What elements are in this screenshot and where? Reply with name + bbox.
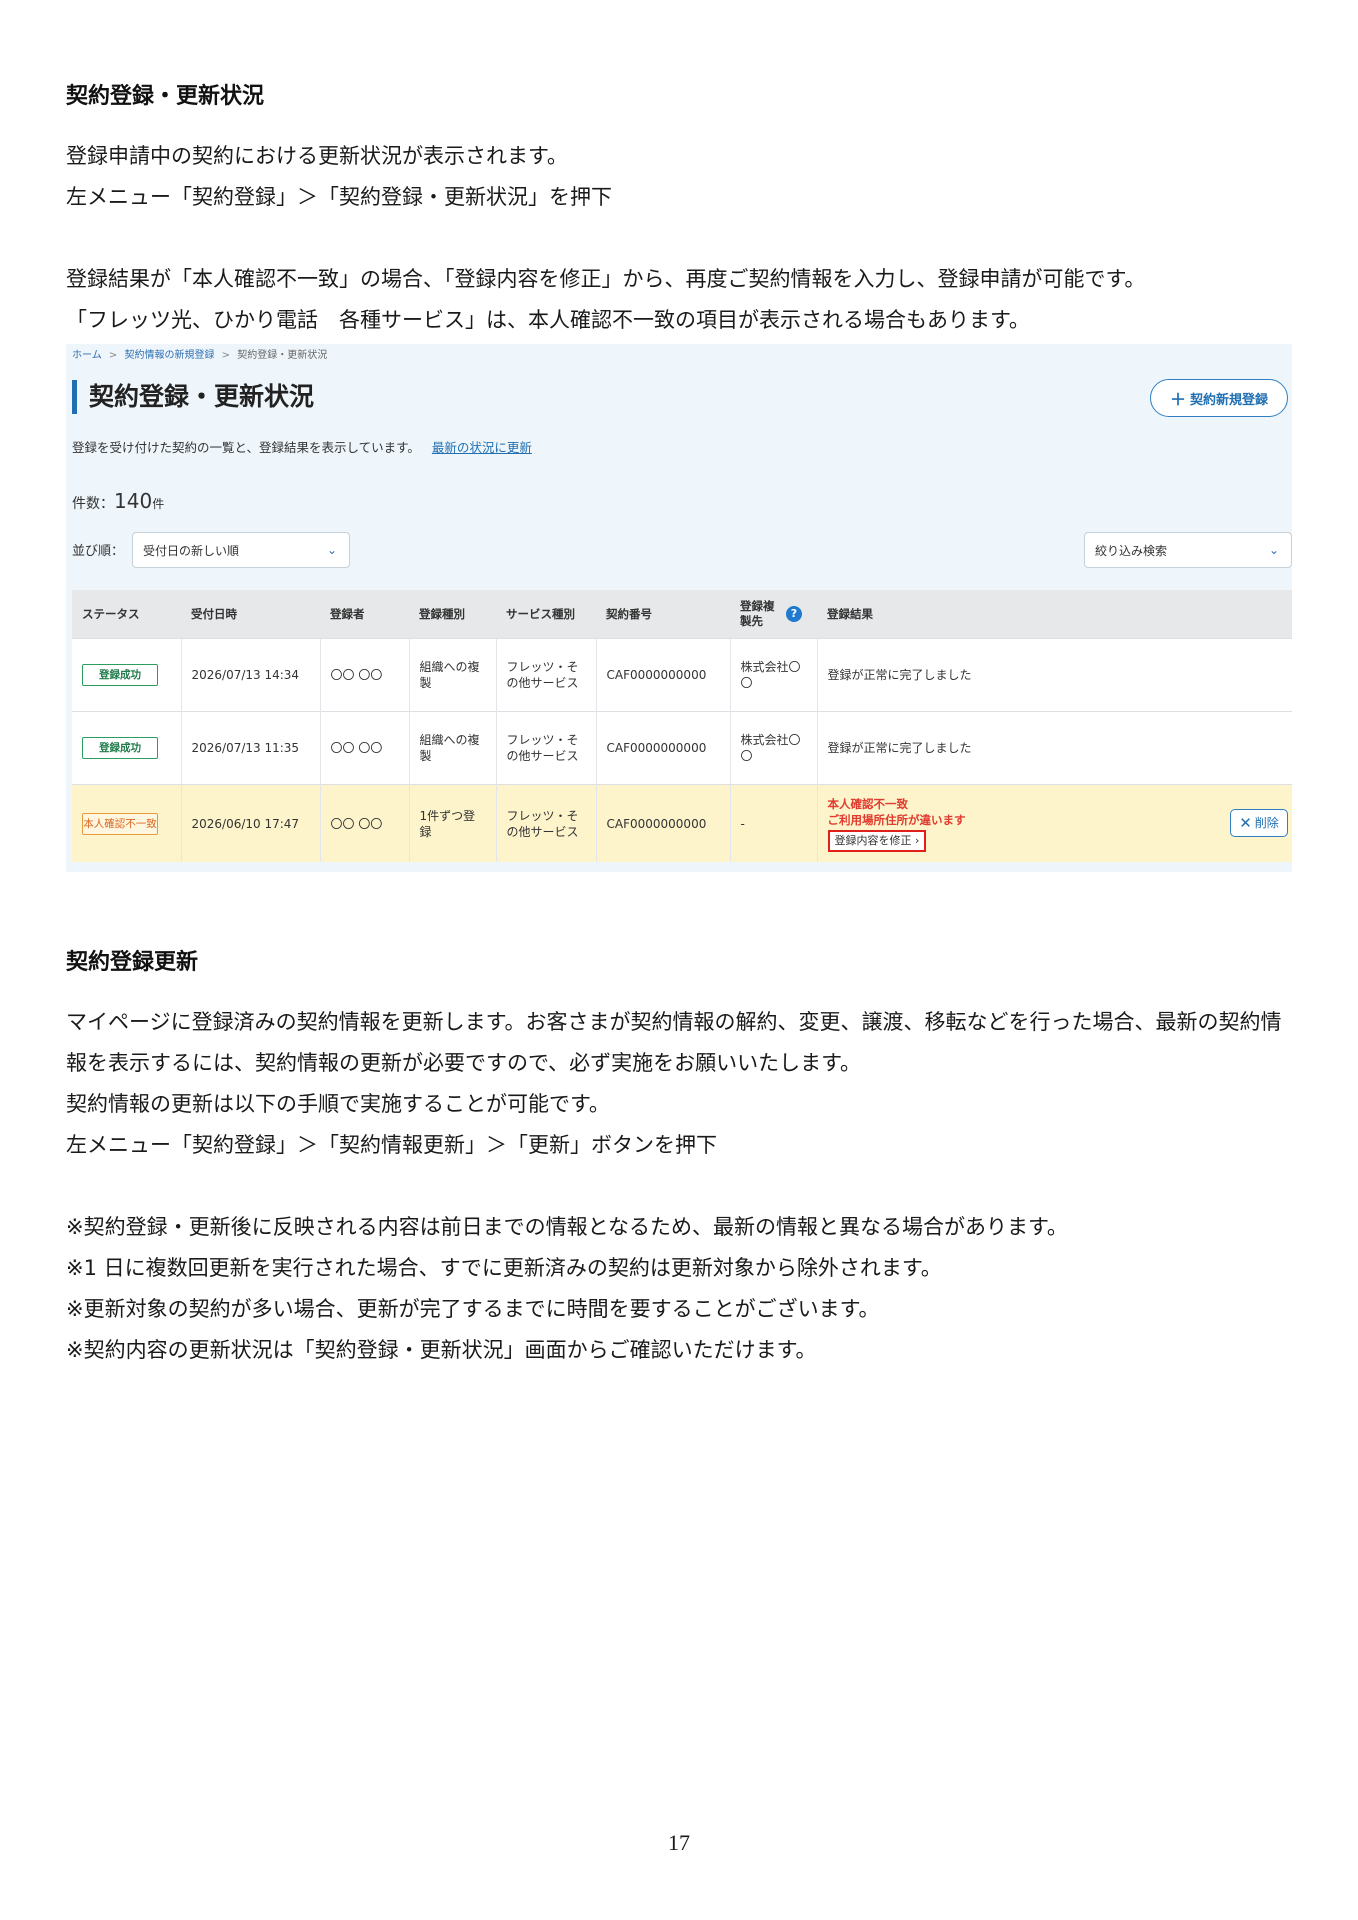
cell-date: 2026/06/10 17:47 — [180, 784, 320, 862]
breadcrumb-sep: > — [221, 350, 231, 361]
section-heading-status: 契約登録・更新状況 — [66, 84, 265, 109]
cell-result: 本人確認不一致 ご利用場所住所が違います 登録内容を修正 › ✕ 削除 — [816, 784, 1292, 862]
body-line: ※更新対象の契約が多い場合、更新が完了するまでに時間を要することがございます。 — [66, 1297, 880, 1321]
body-line — [66, 218, 1306, 259]
cell-dest: 株式会社〇〇 — [729, 711, 817, 785]
cell-status: 登録成功 — [72, 711, 181, 785]
sort-label: 並び順： — [72, 544, 125, 559]
error-detail: ご利用場所住所が違います — [827, 812, 966, 827]
body-line — [66, 1166, 1306, 1207]
section-body-status: 登録申請中の契約における更新状況が表示されます。 左メニュー「契約登録」＞「契約… — [66, 136, 1306, 341]
col-dest: 登録複製先? — [730, 590, 817, 639]
col-contract: 契約番号 — [596, 590, 730, 639]
breadcrumb-new-registration[interactable]: 契約情報の新規登録 — [124, 350, 214, 361]
body-line: 左メニュー「契約登録」＞「契約登録・更新状況」を押下 — [66, 185, 612, 209]
body-line: ※1 日に複数回更新を実行された場合、すでに更新済みの契約は更新対象から除外され… — [66, 1256, 942, 1280]
col-type: 登録種別 — [409, 590, 496, 639]
col-status: ステータス — [72, 590, 181, 639]
cell-registrant: 〇〇 〇〇 — [319, 711, 409, 785]
body-line: 左メニュー「契約登録」＞「契約情報更新」＞「更新」ボタンを押下 — [66, 1133, 717, 1157]
breadcrumb-sep: > — [108, 350, 118, 361]
description-text: 登録を受け付けた契約の一覧と、登録結果を表示しています。 — [72, 440, 420, 455]
cell-dest: 株式会社〇〇 — [729, 638, 817, 712]
cell-contract: CAF0000000000 — [595, 711, 730, 785]
new-contract-button[interactable]: ＋ 契約新規登録 — [1150, 379, 1288, 417]
cell-registrant: 〇〇 〇〇 — [319, 638, 409, 712]
table-row: 本人確認不一致 2026/06/10 17:47 〇〇 〇〇 1件ずつ登録 フレ… — [72, 784, 1292, 862]
count-value: 140 — [114, 489, 153, 513]
count-label: 件数： — [72, 496, 114, 512]
chevron-right-icon: › — [915, 833, 920, 847]
cell-service: フレッツ・その他サービス — [495, 711, 596, 785]
col-date: 受付日時 — [181, 590, 320, 639]
page-description: 登録を受け付けた契約の一覧と、登録結果を表示しています。 最新の状況に更新 — [72, 437, 532, 456]
plus-icon: ＋ — [1169, 390, 1186, 409]
cell-status: 登録成功 — [72, 638, 181, 712]
status-badge: 登録成功 — [82, 664, 158, 686]
status-badge: 登録成功 — [82, 737, 158, 759]
fix-label: 登録内容を修正 — [834, 833, 912, 847]
body-line: 契約情報の更新は以下の手順で実施することが可能です。 — [66, 1092, 610, 1116]
status-screenshot: ホーム > 契約情報の新規登録 > 契約登録・更新状況 契約登録・更新状況 ＋ … — [66, 344, 1292, 872]
table-header: ステータス 受付日時 登録者 登録種別 サービス種別 契約番号 登録複製先? 登… — [72, 590, 1292, 639]
chevron-down-icon: ⌄ — [326, 543, 337, 557]
cell-result: 登録が正常に完了しました — [816, 711, 1292, 785]
new-contract-label: 契約新規登録 — [1190, 392, 1269, 408]
cell-date: 2026/07/13 11:35 — [180, 711, 320, 785]
body-line: 「フレッツ光、ひかり電話 各種サービス」は、本人確認不一致の項目が表示される場合… — [66, 308, 1030, 332]
error-title: 本人確認不一致 — [827, 796, 909, 811]
sort-value: 受付日の新しい順 — [143, 543, 240, 558]
refresh-link[interactable]: 最新の状況に更新 — [432, 440, 532, 455]
cell-contract: CAF0000000000 — [595, 638, 730, 712]
col-dest-label: 登録複製先 — [740, 599, 775, 628]
status-badge: 本人確認不一致 — [82, 812, 158, 835]
cell-service: フレッツ・その他サービス — [495, 784, 596, 862]
cell-result: 登録が正常に完了しました — [816, 638, 1292, 712]
page-title: 契約登録・更新状況 — [72, 380, 314, 414]
cell-date: 2026/07/13 14:34 — [180, 638, 320, 712]
result-count: 件数：140件 — [72, 489, 164, 513]
breadcrumb: ホーム > 契約情報の新規登録 > 契約登録・更新状況 — [72, 346, 327, 361]
col-registrant: 登録者 — [320, 590, 409, 639]
cell-type: 1件ずつ登録 — [408, 784, 496, 862]
page-number: 17 — [668, 1830, 690, 1855]
section-body-update: マイページに登録済みの契約情報を更新します。お客さまが契約情報の解約、変更、譲渡… — [66, 1002, 1306, 1371]
sort-select[interactable]: 受付日の新しい順 ⌄ — [132, 532, 350, 568]
table-row: 登録成功 2026/07/13 11:35 〇〇 〇〇 組織への複製 フレッツ・… — [72, 711, 1292, 785]
section-heading-update: 契約登録更新 — [66, 950, 199, 975]
body-line: 登録申請中の契約における更新状況が表示されます。 — [66, 144, 568, 168]
help-icon[interactable]: ? — [786, 606, 802, 622]
cell-status: 本人確認不一致 — [72, 784, 181, 862]
cell-contract: CAF0000000000 — [595, 784, 730, 862]
count-unit: 件 — [152, 497, 165, 511]
body-line: 報を表示するには、契約情報の更新が必要ですので、必ず実施をお願いいたします。 — [66, 1051, 862, 1075]
body-line: ※契約内容の更新状況は「契約登録・更新状況」画面からご確認いただけます。 — [66, 1338, 817, 1362]
cell-type: 組織への複製 — [408, 638, 496, 712]
status-table: ステータス 受付日時 登録者 登録種別 サービス種別 契約番号 登録複製先? 登… — [72, 590, 1292, 862]
filter-select[interactable]: 絞り込み検索 ⌄ — [1084, 532, 1292, 568]
delete-button[interactable]: ✕ 削除 — [1230, 809, 1288, 837]
breadcrumb-home[interactable]: ホーム — [72, 350, 102, 361]
table-row: 登録成功 2026/07/13 14:34 〇〇 〇〇 組織への複製 フレッツ・… — [72, 638, 1292, 712]
breadcrumb-current: 契約登録・更新状況 — [237, 350, 328, 361]
chevron-down-icon: ⌄ — [1268, 543, 1279, 557]
close-icon: ✕ — [1239, 814, 1252, 832]
cell-service: フレッツ・その他サービス — [495, 638, 596, 712]
delete-label: 削除 — [1254, 816, 1279, 830]
body-line: マイページに登録済みの契約情報を更新します。お客さまが契約情報の解約、変更、譲渡… — [66, 1010, 1282, 1034]
col-result: 登録結果 — [817, 590, 1292, 639]
filter-value: 絞り込み検索 — [1095, 543, 1168, 558]
fix-registration-button[interactable]: 登録内容を修正 › — [827, 829, 927, 852]
cell-registrant: 〇〇 〇〇 — [319, 784, 409, 862]
body-line: 登録結果が「本人確認不一致」の場合、「登録内容を修正」から、再度ご契約情報を入力… — [66, 267, 1146, 291]
body-line: ※契約登録・更新後に反映される内容は前日までの情報となるため、最新の情報と異なる… — [66, 1215, 1068, 1239]
cell-type: 組織への複製 — [408, 711, 496, 785]
col-service: サービス種別 — [496, 590, 596, 639]
cell-dest: - — [729, 784, 817, 862]
